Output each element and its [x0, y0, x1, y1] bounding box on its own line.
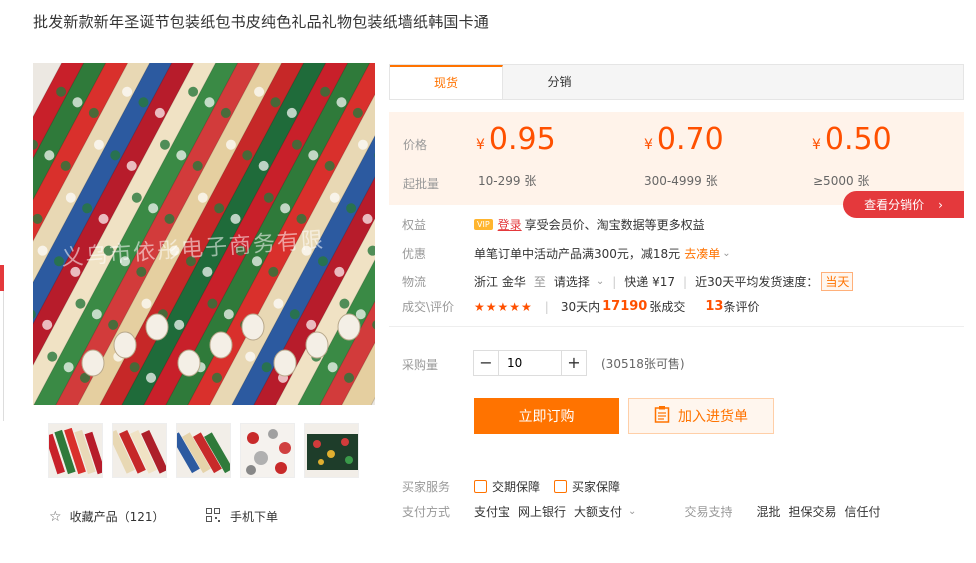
thumbnail-4[interactable]	[240, 423, 295, 478]
logistics-label: 物流	[402, 275, 427, 289]
promo-row: 优惠 单笔订单中活动产品满300元，减18元 去凑单 ⌄	[402, 245, 731, 262]
tier-price: 0.50	[824, 122, 892, 157]
increment-button[interactable]: +	[562, 351, 586, 375]
currency-symbol: ¥	[476, 137, 485, 153]
sales-suffix: 张成交	[649, 300, 686, 314]
service-item[interactable]: 买家保障	[572, 478, 620, 495]
product-main-image[interactable]: 义乌市依彤电子商务有限	[33, 63, 375, 405]
payment-item[interactable]: 大额支付	[574, 503, 622, 520]
trade-item: 信任付	[844, 505, 881, 519]
buyer-protection-icon	[554, 480, 568, 493]
currency-symbol: ¥	[812, 137, 821, 153]
trade-support-label: 交易支持	[684, 505, 733, 519]
destination-select[interactable]: 请选择	[554, 273, 590, 290]
benefits-text: 享受会员价、淘宝数据等更多权益	[524, 218, 705, 232]
chevron-down-icon: ⌄	[722, 248, 731, 259]
quantity-input[interactable]	[498, 351, 562, 375]
chevron-down-icon[interactable]: ⌄	[628, 506, 636, 517]
chevron-right-icon: ›	[938, 197, 943, 212]
product-title: 批发新款新年圣诞节包装纸包书皮纯色礼品礼物包装纸墙纸韩国卡通	[33, 13, 490, 31]
deals-row: 成交\评价 ★★★★★ | 30天内 17190 张成交 13 条评价	[402, 298, 759, 315]
separator: |	[612, 274, 617, 289]
separator: |	[544, 299, 549, 314]
payment-item: 支付宝	[474, 505, 511, 519]
tier-range: 10-299 张	[478, 174, 537, 188]
price-label: 价格	[403, 138, 428, 152]
price-tier-1: ¥0.95	[476, 122, 556, 157]
tab-spot-stock[interactable]: 现货	[390, 65, 503, 99]
price-tier-2: ¥0.70	[644, 122, 724, 157]
promo-label: 优惠	[402, 247, 427, 261]
delivery-guarantee-icon	[474, 480, 487, 493]
view-distribution-price-button[interactable]: 查看分销价 ›	[843, 191, 964, 218]
section-divider	[389, 326, 964, 327]
thumbnail-strip	[48, 423, 359, 478]
promo-text: 单笔订单中活动产品满300元，减18元	[474, 247, 681, 261]
express-fee: 快递 ¥17	[624, 275, 676, 289]
origin-text: 浙江 金华	[474, 275, 526, 289]
vip-badge-icon: VIP	[474, 219, 493, 230]
trade-item: 担保交易	[788, 505, 837, 519]
separator: |	[683, 274, 688, 289]
trade-item: 混批	[756, 505, 781, 519]
buyer-service-label: 买家服务	[402, 480, 451, 494]
thumbnail-1[interactable]	[48, 423, 103, 478]
payment-row: 支付方式 支付宝 网上银行 大额支付 ⌄ 交易支持 混批 担保交易 信任付	[402, 503, 880, 520]
to-text: 至	[533, 275, 546, 289]
tier-price: 0.95	[488, 122, 556, 157]
buy-now-button[interactable]: 立即订购	[474, 398, 619, 434]
clipboard-icon	[654, 405, 670, 427]
side-panel-edge	[0, 291, 4, 421]
distribution-button-label: 查看分销价	[864, 198, 925, 212]
review-suffix[interactable]: 条评价	[723, 298, 759, 315]
sales-count: 17190	[602, 299, 648, 314]
add-to-purchase-list-button[interactable]: 加入进货单	[628, 398, 774, 434]
quantity-stepper: − +	[473, 350, 587, 376]
quantity-label-row: 采购量	[402, 356, 474, 373]
tier-range: ≥5000 张	[813, 174, 870, 188]
review-count[interactable]: 13	[705, 299, 723, 314]
shipping-speed-label: 近30天平均发货速度：	[695, 275, 819, 289]
shipping-speed-badge: 当天	[821, 272, 854, 291]
purchase-mode-tabs: 现货 分销	[389, 64, 964, 100]
tier-range: 300-4999 张	[644, 174, 718, 188]
favorite-label: 收藏产品（121）	[69, 510, 165, 524]
promo-link[interactable]: 去凑单	[684, 245, 720, 262]
buyer-service-row: 买家服务 交期保障 买家保障	[402, 478, 620, 495]
login-link[interactable]: 登录	[498, 216, 522, 233]
side-tab-indicator[interactable]	[0, 265, 4, 291]
currency-symbol: ¥	[644, 137, 653, 153]
mobile-order-label: 手机下单	[230, 510, 279, 524]
moq-label: 起批量	[403, 177, 440, 191]
thumbnail-3[interactable]	[176, 423, 231, 478]
price-tier-3: ¥0.50	[812, 122, 892, 157]
quantity-control: − + (30518张可售)	[473, 350, 685, 376]
logistics-row: 物流 浙江 金华 至 请选择 ⌄ | 快递 ¥17 | 近30天平均发货速度： …	[402, 272, 854, 291]
service-item[interactable]: 交期保障	[492, 478, 540, 495]
decrement-button[interactable]: −	[474, 351, 498, 375]
tab-distribution[interactable]: 分销	[503, 65, 616, 99]
favorite-product[interactable]: ☆ 收藏产品（121）	[49, 508, 164, 525]
rating-stars-icon: ★★★★★	[474, 299, 533, 314]
sales-prefix: 30天内	[560, 300, 601, 314]
payment-label: 支付方式	[402, 505, 451, 519]
thumbnail-5[interactable]	[304, 423, 359, 478]
benefits-row: 权益 VIP 登录 享受会员价、淘宝数据等更多权益	[402, 216, 705, 233]
chevron-down-icon: ⌄	[595, 276, 605, 287]
deals-label: 成交\评价	[402, 300, 455, 314]
stock-available: (30518张可售)	[601, 356, 685, 371]
tier-price: 0.70	[656, 122, 724, 157]
qr-code-icon	[206, 508, 220, 525]
thumbnail-2[interactable]	[112, 423, 167, 478]
payment-item: 网上银行	[518, 505, 567, 519]
benefits-label: 权益	[402, 218, 427, 232]
add-to-list-label: 加入进货单	[678, 409, 748, 425]
mobile-order[interactable]: 手机下单	[206, 508, 278, 525]
quantity-label: 采购量	[402, 358, 439, 372]
star-outline-icon: ☆	[49, 508, 62, 525]
